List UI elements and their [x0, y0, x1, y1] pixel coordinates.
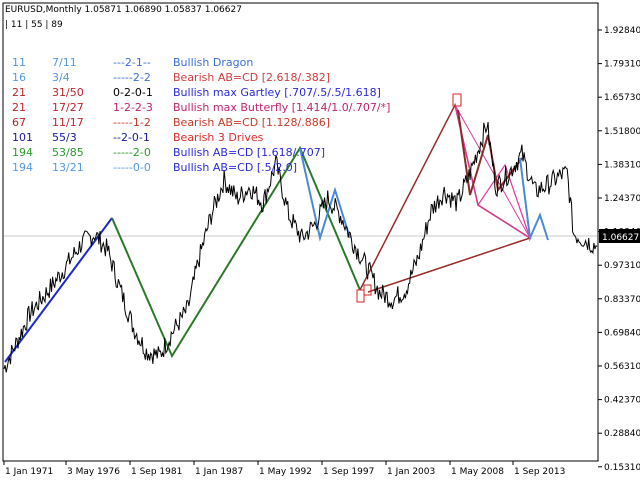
y-tick-label: 0.83370	[604, 295, 640, 305]
legend-name: Bullish Dragon	[173, 56, 254, 69]
legend-period: 194	[12, 161, 33, 174]
current-price-label: 1.06627	[599, 229, 640, 243]
y-tick-label: 0.28840	[604, 429, 640, 439]
bearish-abcd-large	[359, 102, 532, 293]
legend-code: -----2-2	[113, 71, 151, 84]
time-axis[interactable]: 1 Jan 1971 3 May 1976 1 Sep 1981 1 Jan 1987…	[3, 461, 565, 477]
y-tick-label: 1.79310	[604, 60, 640, 70]
legend-code: -----1-2	[113, 116, 151, 129]
legend-code: -----0-0	[113, 161, 151, 174]
legend-code: ---2-1--	[113, 56, 151, 69]
legend-period: 21	[12, 86, 26, 99]
legend-code: 0-2-0-1	[113, 86, 153, 99]
legend-period: 194	[12, 146, 33, 159]
legend-ratio: 31/50	[52, 86, 84, 99]
legend-period: 101	[12, 131, 33, 144]
chart-title: EURUSD,Monthly 1.05871 1.06890 1.05837 1…	[5, 5, 242, 15]
x-tick-label: 1 Jan 1971	[5, 467, 53, 477]
legend-name: Bullish max Gartley [.707/.5/.5/1.618]	[173, 86, 381, 99]
y-tick-label: 0.42370	[604, 396, 640, 406]
zigzag-green-legs	[111, 145, 361, 359]
legend-name: Bearish AB=CD [2.618/.382]	[173, 71, 331, 84]
y-tick-label: 0.97310	[604, 261, 640, 271]
legend-period: 21	[12, 101, 26, 114]
y-tick-label: 1.38310	[604, 160, 640, 170]
legend-ratio: 11/17	[52, 116, 84, 129]
x-tick-label: 3 May 1976	[67, 467, 120, 477]
x-tick-label: 1 Jan 1987	[195, 467, 243, 477]
legend-ratio: 17/27	[52, 101, 84, 114]
legend-name: Bearish AB=CD [1.128/.886]	[173, 116, 331, 129]
y-tick-label: 0.15310	[604, 463, 640, 473]
dragon-pattern	[299, 147, 351, 242]
x-tick-label: 1 May 2008	[451, 467, 504, 477]
legend-ratio: 13/21	[52, 161, 84, 174]
legend-name: Bullish max Butterfly [1.414/1.0/.707/*]	[173, 101, 391, 114]
legend-ratio: 7/11	[52, 56, 77, 69]
legend-period: 11	[12, 56, 26, 69]
legend-ratio: 53/85	[52, 146, 84, 159]
y-tick-label: 1.65730	[604, 93, 640, 103]
x-tick-label: 1 Sep 1981	[131, 467, 182, 477]
pattern-marker	[363, 284, 372, 296]
zigzag-blue-leg	[4, 217, 113, 363]
three-drives-pattern	[457, 109, 523, 196]
legend-code: --2-0-1	[113, 131, 150, 144]
harmonic-pattern-lines	[4, 93, 549, 363]
fib-periods: | 11 | 55 | 89	[5, 20, 63, 30]
pattern-marker	[452, 93, 462, 107]
pattern-marker	[356, 289, 365, 303]
x-tick-label: 1 May 1992	[259, 467, 312, 477]
legend-period: 16	[12, 71, 26, 84]
price-axis[interactable]: 1.92840 1.79310 1.65730 1.51800 1.38310 1.243…	[598, 26, 640, 473]
legend-ratio: 3/4	[52, 71, 70, 84]
legend-ratio: 55/3	[52, 131, 77, 144]
y-tick-label: 0.69840	[604, 328, 640, 338]
legend-name: Bullish AB=CD [.5/2.0]	[173, 161, 298, 174]
svg-text:1.06627: 1.06627	[602, 233, 639, 243]
x-tick-label: 1 Sep 1997	[323, 467, 374, 477]
x-tick-label: 1 Jan 2003	[387, 467, 435, 477]
legend-name: Bullish AB=CD [1.618/.707]	[173, 146, 326, 159]
y-tick-label: 1.24370	[604, 194, 640, 204]
y-tick-label: 1.92840	[604, 26, 640, 36]
legend-code: -----2-0	[113, 146, 151, 159]
legend-period: 67	[12, 116, 26, 129]
legend-name: Bearish 3 Drives	[173, 131, 264, 144]
y-tick-label: 1.51800	[604, 127, 640, 137]
x-tick-label: 1 Sep 2013	[514, 467, 565, 477]
legend-code: 1-2-2-3	[113, 101, 153, 114]
y-tick-label: 0.56310	[604, 362, 640, 372]
